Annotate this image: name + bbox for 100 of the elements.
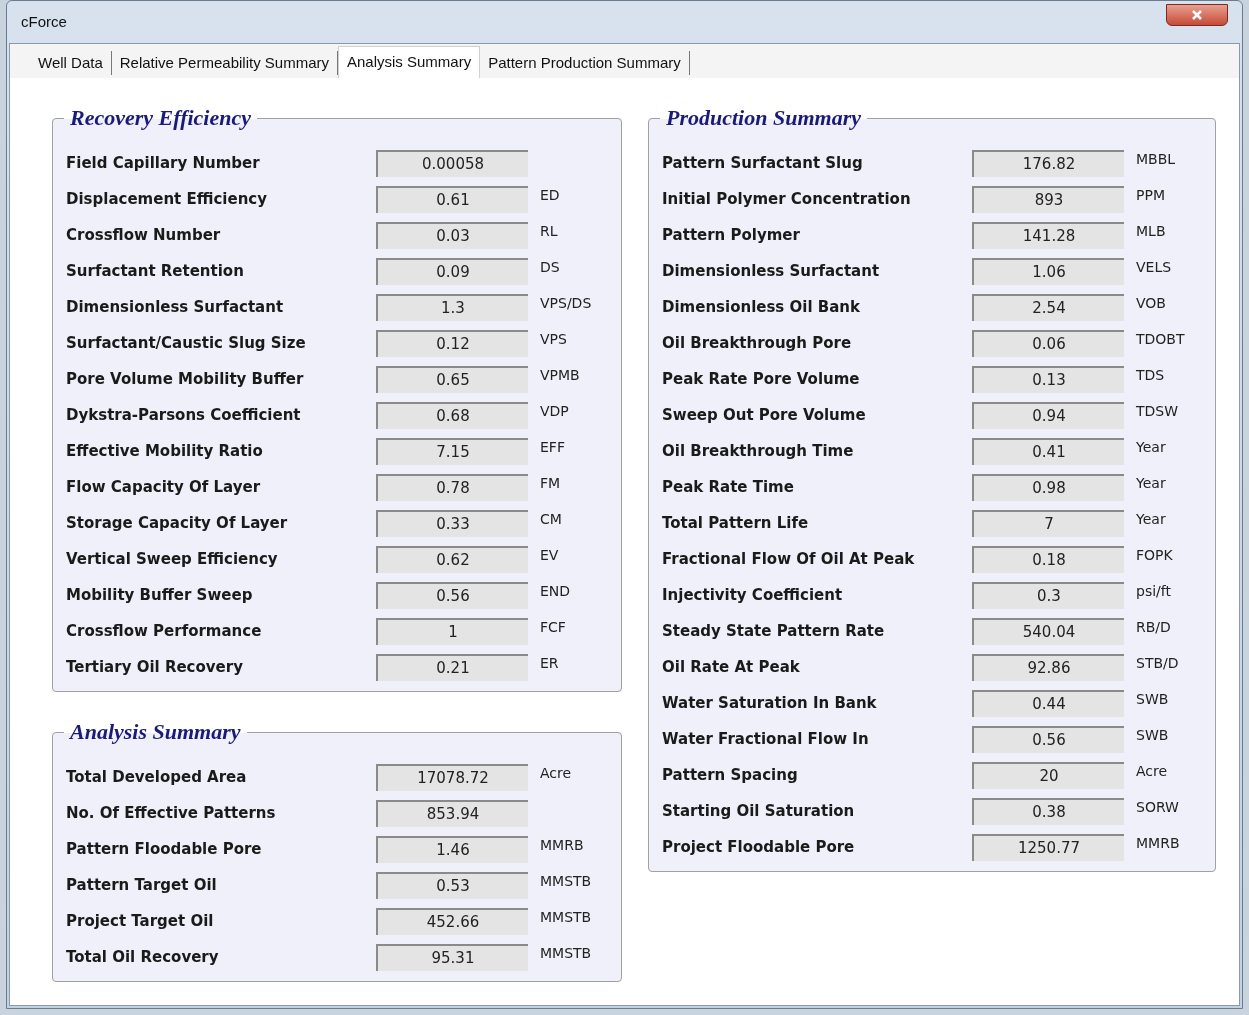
field-label: Dimensionless Surfactant [66, 296, 285, 318]
value-field[interactable]: 0.3 [972, 581, 1124, 609]
field-label: Pattern Surfactant Slug [662, 152, 864, 174]
unit-label: VPMB [540, 366, 580, 385]
value-field[interactable]: 0.06 [972, 329, 1124, 357]
tab[interactable]: Relative Permeability Summary [111, 51, 338, 75]
field-label: Surfactant Retention [66, 260, 245, 282]
tab[interactable]: Well Data [30, 51, 112, 75]
value-field[interactable]: 1.46 [376, 835, 528, 863]
value-field[interactable]: 0.09 [376, 257, 528, 285]
unit-label: MMSTB [540, 872, 592, 891]
unit-label: MMSTB [540, 908, 592, 927]
field-label: Pattern Target Oil [66, 874, 218, 896]
value-field[interactable]: 7 [972, 509, 1124, 537]
unit-label: Acre [1136, 762, 1168, 781]
value-field[interactable]: 0.56 [972, 725, 1124, 753]
value-field[interactable]: 92.86 [972, 653, 1124, 681]
tab[interactable]: Pattern Production Summary [480, 51, 690, 75]
field-label: Effective Mobility Ratio [66, 440, 264, 462]
unit-label: psi/ft [1136, 582, 1171, 601]
value-field[interactable]: 0.61 [376, 185, 528, 213]
field-label: Field Capillary Number [66, 152, 261, 174]
unit-label: Year [1136, 510, 1166, 529]
field-label: Total Developed Area [66, 766, 248, 788]
value-field[interactable]: 141.28 [972, 221, 1124, 249]
close-icon [1191, 9, 1203, 21]
value-field[interactable]: 0.13 [972, 365, 1124, 393]
field-label: Oil Breakthrough Time [662, 440, 855, 462]
field-label: Oil Rate At Peak [662, 656, 801, 678]
tab[interactable]: Analysis Summary [338, 46, 481, 78]
value-field[interactable]: 0.41 [972, 437, 1124, 465]
unit-label: FCF [540, 618, 566, 637]
value-field[interactable]: 95.31 [376, 943, 528, 971]
value-field[interactable]: 540.04 [972, 617, 1124, 645]
value-field[interactable]: 0.03 [376, 221, 528, 249]
value-field[interactable]: 0.56 [376, 581, 528, 609]
field-label: Injectivity Coefficient [662, 584, 844, 606]
field-label: Initial Polymer Concentration [662, 188, 912, 210]
unit-label: MMRB [1136, 834, 1180, 853]
value-field[interactable]: 0.94 [972, 401, 1124, 429]
unit-label: MMSTB [540, 944, 592, 963]
value-field[interactable]: 0.65 [376, 365, 528, 393]
value-field[interactable]: 7.15 [376, 437, 528, 465]
unit-label: CM [540, 510, 562, 529]
unit-label: ED [540, 186, 560, 205]
value-field[interactable]: 176.82 [972, 149, 1124, 177]
field-label: Oil Breakthrough Pore [662, 332, 853, 354]
unit-label: SWB [1136, 690, 1169, 709]
field-label: Fractional Flow Of Oil At Peak [662, 548, 916, 570]
field-label: Dimensionless Surfactant [662, 260, 881, 282]
unit-label: EFF [540, 438, 565, 457]
field-label: Crossflow Performance [66, 620, 263, 642]
unit-label: Acre [540, 764, 572, 783]
value-field[interactable]: 0.44 [972, 689, 1124, 717]
field-label: Peak Rate Time [662, 476, 795, 498]
value-field[interactable]: 0.21 [376, 653, 528, 681]
window-title: cForce [21, 11, 67, 32]
value-field[interactable]: 0.12 [376, 329, 528, 357]
field-label: Pattern Polymer [662, 224, 801, 246]
value-field[interactable]: 0.98 [972, 473, 1124, 501]
value-field[interactable]: 0.38 [972, 797, 1124, 825]
unit-label: SORW [1136, 798, 1179, 817]
value-field[interactable]: 17078.72 [376, 763, 528, 791]
unit-label: SWB [1136, 726, 1169, 745]
close-button[interactable] [1166, 4, 1228, 26]
unit-label: TDOBT [1136, 330, 1185, 349]
field-label: Pattern Spacing [662, 764, 799, 786]
value-field[interactable]: 0.53 [376, 871, 528, 899]
field-label: No. Of Effective Patterns [66, 802, 277, 824]
unit-label: RL [540, 222, 558, 241]
unit-label: TDS [1136, 366, 1165, 385]
unit-label: DS [540, 258, 560, 277]
unit-label: VPS/DS [540, 294, 592, 313]
value-field[interactable]: 0.68 [376, 401, 528, 429]
field-label: Flow Capacity Of Layer [66, 476, 262, 498]
value-field[interactable]: 20 [972, 761, 1124, 789]
field-label: Vertical Sweep Efficiency [66, 548, 279, 570]
value-field[interactable]: 2.54 [972, 293, 1124, 321]
field-label: Water Fractional Flow In [662, 728, 870, 750]
value-field[interactable]: 893 [972, 185, 1124, 213]
field-label: Crossflow Number [66, 224, 222, 246]
field-label: Pore Volume Mobility Buffer [66, 368, 305, 390]
value-field[interactable]: 452.66 [376, 907, 528, 935]
value-field[interactable]: 0.33 [376, 509, 528, 537]
value-field[interactable]: 1.06 [972, 257, 1124, 285]
unit-label: MBBL [1136, 150, 1176, 169]
value-field[interactable]: 0.00058 [376, 149, 528, 177]
value-field[interactable]: 0.78 [376, 473, 528, 501]
value-field[interactable]: 1.3 [376, 293, 528, 321]
value-field[interactable]: 0.18 [972, 545, 1124, 573]
field-label: Sweep Out Pore Volume [662, 404, 867, 426]
field-label: Dimensionless Oil Bank [662, 296, 861, 318]
field-label: Dykstra-Parsons Coefficient [66, 404, 302, 426]
value-field[interactable]: 1 [376, 617, 528, 645]
value-field[interactable]: 1250.77 [972, 833, 1124, 861]
unit-label: VOB [1136, 294, 1166, 313]
value-field[interactable]: 853.94 [376, 799, 528, 827]
value-field[interactable]: 0.62 [376, 545, 528, 573]
unit-label: Year [1136, 474, 1166, 493]
unit-label: VELS [1136, 258, 1172, 277]
